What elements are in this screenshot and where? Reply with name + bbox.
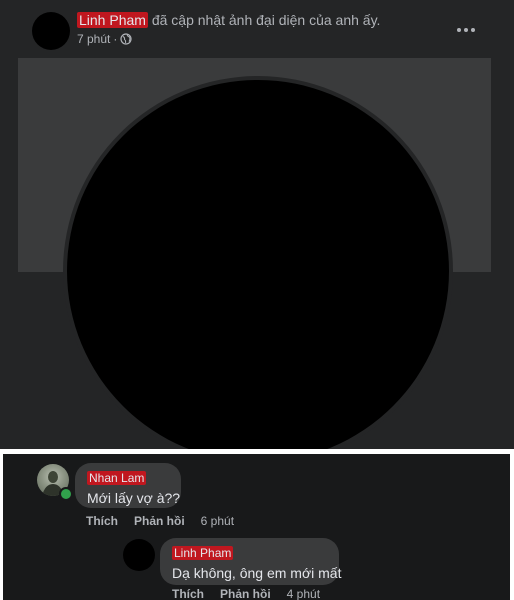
globe-icon <box>120 33 132 45</box>
author-name-link[interactable]: Linh Pham <box>77 12 148 28</box>
comment-author-link[interactable]: Nhan Lam <box>87 470 169 486</box>
post-card: Linh Pham đã cập nhật ảnh đại diện của a… <box>0 0 514 449</box>
reply-button[interactable]: Phản hồi <box>134 514 185 528</box>
online-status-dot <box>59 487 73 501</box>
reply-text: Dạ không, ông em mới mất <box>172 565 342 581</box>
like-button[interactable]: Thích <box>172 587 204 600</box>
like-button[interactable]: Thích <box>86 514 118 528</box>
post-header: Linh Pham đã cập nhật ảnh đại diện của a… <box>0 0 514 58</box>
post-meta: 7 phút · <box>77 32 132 46</box>
reply-button[interactable]: Phản hồi <box>220 587 271 600</box>
post-time[interactable]: 7 phút <box>77 32 110 46</box>
comment-time[interactable]: 6 phút <box>201 514 234 528</box>
author-avatar[interactable] <box>32 12 70 50</box>
reply-actions: Thích Phản hồi 4 phút <box>172 587 320 600</box>
reply-time[interactable]: 4 phút <box>287 587 320 600</box>
more-options-icon[interactable] <box>456 22 476 38</box>
post-title: Linh Pham đã cập nhật ảnh đại diện của a… <box>77 12 380 28</box>
comment-actions: Thích Phản hồi 6 phút <box>86 514 234 528</box>
comment-text: Mới lấy vợ à?? <box>87 490 181 506</box>
post-action-text: đã cập nhật ảnh đại diện của anh ấy. <box>151 12 381 28</box>
comment-bubble: Nhan Lam Mới lấy vợ à?? <box>75 463 181 508</box>
comments-section: Nhan Lam Mới lấy vợ à?? Thích Phản hồi 6… <box>3 454 510 600</box>
profile-photo[interactable] <box>67 80 449 449</box>
reply-author-avatar[interactable] <box>123 539 155 571</box>
reply-bubble: Linh Pham Dạ không, ông em mới mất <box>160 538 342 585</box>
meta-separator: · <box>113 32 118 46</box>
reply-author-link[interactable]: Linh Pham <box>172 545 327 561</box>
